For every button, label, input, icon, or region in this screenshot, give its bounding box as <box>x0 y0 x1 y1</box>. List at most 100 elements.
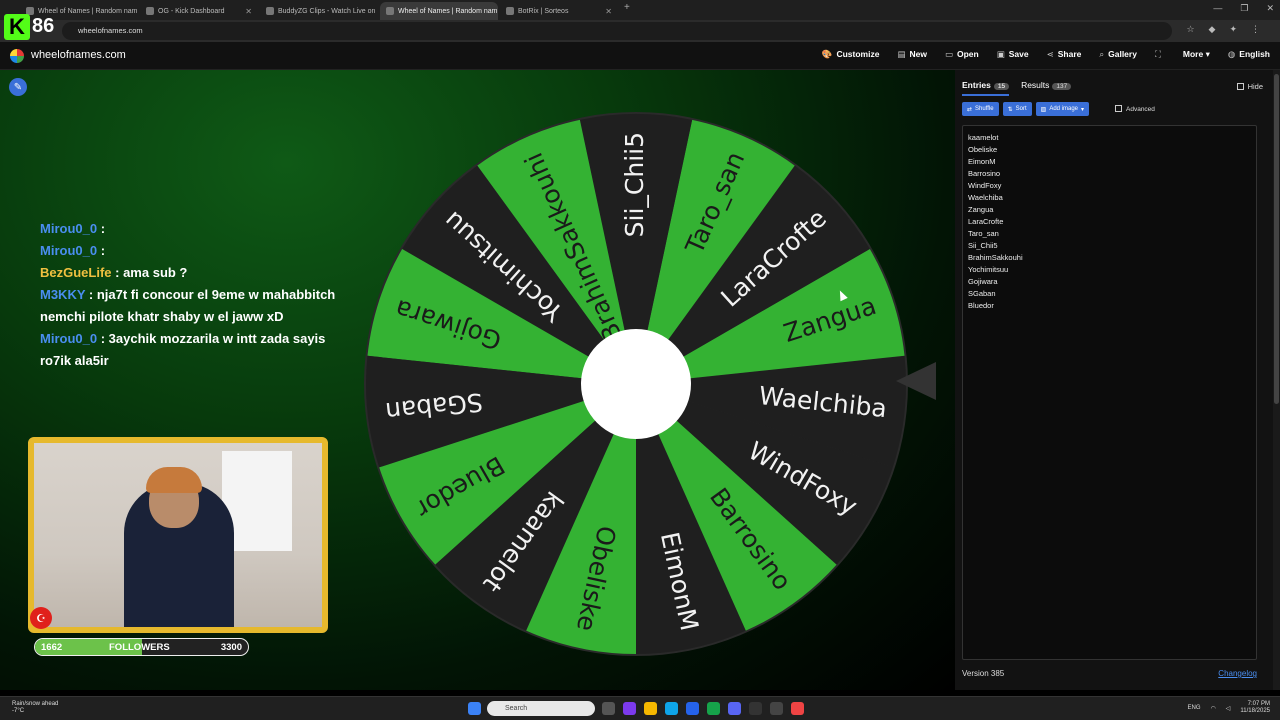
gallery-button[interactable]: ⌕ Gallery <box>1099 49 1137 60</box>
language-indicator[interactable]: ENG <box>1188 705 1201 711</box>
close-tab-icon[interactable]: ✕ <box>245 7 252 16</box>
file-explorer-icon[interactable] <box>644 702 657 715</box>
tab-entries[interactable]: Entries 15 <box>962 80 1010 96</box>
share-button[interactable]: ⋖ Share <box>1047 49 1082 60</box>
terminal-icon[interactable] <box>749 702 762 715</box>
entry-line: WindFoxy <box>968 181 1002 190</box>
scrollbar-thumb[interactable] <box>1274 74 1279 404</box>
url-field[interactable]: wheelofnames.com <box>62 22 1172 40</box>
app-icon[interactable] <box>623 702 636 715</box>
new-tab-button[interactable]: + <box>618 2 636 20</box>
more-button[interactable]: More ▾ <box>1183 49 1210 60</box>
search-icon: ⌕ <box>1099 49 1105 59</box>
discord-icon[interactable] <box>728 702 741 715</box>
site-logo-icon[interactable] <box>10 49 24 63</box>
brave-icon[interactable] <box>791 702 804 715</box>
chevron-down-icon: ▾ <box>1205 49 1210 59</box>
fullscreen-button[interactable]: ⛶ <box>1155 49 1165 60</box>
site-header: wheelofnames.com 🎨 Customize ▤ New ▭ Open ▣… <box>0 42 1280 70</box>
edit-pencil-icon[interactable]: ✎ <box>9 78 27 96</box>
extension-icon[interactable]: ◆ <box>1209 24 1216 35</box>
windows-start-icon[interactable] <box>468 702 481 715</box>
entry-line: kaamelot <box>968 133 999 142</box>
save-button[interactable]: ▣ Save <box>997 49 1029 60</box>
hide-checkbox[interactable]: Hide <box>1236 82 1263 91</box>
site-title[interactable]: wheelofnames.com <box>31 49 126 61</box>
chat-username: Mirou0_0 <box>40 331 98 346</box>
advanced-checkbox[interactable]: Advanced <box>1115 105 1155 113</box>
browser-tab[interactable]: OG - Kick Dashboard ✕ <box>140 2 258 20</box>
window-controls: — ❐ ✕ <box>1213 3 1274 14</box>
file-icon: ▤ <box>897 49 906 59</box>
minimize-icon[interactable]: — <box>1213 3 1222 14</box>
followers-goal-bar: 1662 FOLLOWERS 3300 <box>34 638 249 656</box>
bookmark-star-icon[interactable]: ☆ <box>1186 24 1194 35</box>
weather-text: Rain/snow ahead <box>12 701 59 707</box>
browser-tab[interactable]: BotRix | Sorteos ✕ <box>500 2 618 20</box>
site-menu: 🎨 Customize ▤ New ▭ Open ▣ Save ⋖ Share ⌕ Gall… <box>822 49 1270 60</box>
language-button[interactable]: ◍ English <box>1228 49 1270 60</box>
tunisia-flag-icon: ☪ <box>30 607 52 629</box>
globe-icon: ◍ <box>1227 49 1236 59</box>
clock-time: 7:07 PM <box>1247 701 1270 707</box>
weather-widget[interactable]: Rain/snow ahead -7°C <box>12 701 58 715</box>
puzzle-icon[interactable]: ✦ <box>1229 24 1237 35</box>
new-button[interactable]: ▤ New <box>897 49 927 60</box>
share-icon: ⋖ <box>1046 49 1054 59</box>
volume-icon[interactable]: ◁ <box>1226 705 1231 712</box>
entry-line: Yochimitsuu <box>968 265 1009 274</box>
tab-results[interactable]: Results 137 <box>1021 80 1072 96</box>
entry-line: LaraCrofte <box>968 217 1004 226</box>
webcam-overlay <box>28 437 328 633</box>
entry-line: SGaban <box>968 289 996 298</box>
edge-icon[interactable] <box>665 702 678 715</box>
store-icon[interactable] <box>686 702 699 715</box>
chat-message: Mirou0_0 : <box>40 218 340 240</box>
tab-list: Wheel of Names | Random nam✕ OG - Kick Da… <box>18 2 636 20</box>
entry-line: Bluedor <box>968 301 994 310</box>
customize-button[interactable]: 🎨 Customize <box>822 49 880 60</box>
name-wheel[interactable]: Waelchiba Zangua LaraCrofte Taro_san Sii_Chi… <box>360 108 912 660</box>
taskbar-search-input[interactable]: Search <box>487 701 595 716</box>
results-count-badge: 137 <box>1052 83 1072 90</box>
chat-overlay: Mirou0_0 : Mirou0_0 : BezGueLife : ama sub… <box>40 218 340 372</box>
clock-date: 11/18/2025 <box>1240 708 1270 714</box>
browser-tab[interactable]: Wheel of Names | Random nam✕ <box>380 2 498 20</box>
menu-icon[interactable]: ⋮ <box>1251 24 1260 35</box>
page-scrollbar[interactable] <box>1273 70 1280 690</box>
browser-tab[interactable]: BuddyZG Clips - Watch Live on✕ <box>260 2 378 20</box>
entry-line: Gojiwara <box>968 277 998 286</box>
sort-button[interactable]: ⇅ Sort <box>1002 102 1032 116</box>
changelog-link[interactable]: Changelog <box>1218 669 1257 678</box>
wifi-icon[interactable]: ◠ <box>1211 705 1216 712</box>
entry-line: EimonM <box>968 157 996 166</box>
image-icon: ▨ <box>1040 106 1047 113</box>
taskbar-pinned-apps <box>602 702 804 715</box>
wheel-svg[interactable]: WaelchibaZanguaLaraCrofteTaro_sanSii_Chi… <box>360 108 912 660</box>
task-view-icon[interactable] <box>602 702 615 715</box>
webcam-beanie <box>146 467 202 493</box>
open-button[interactable]: ▭ Open <box>945 49 979 60</box>
settings-icon[interactable] <box>770 702 783 715</box>
entries-textarea[interactable]: kaamelot Obeliske EimonM Barrosino WindFoxy W… <box>962 125 1257 660</box>
checkbox-icon <box>1236 83 1244 90</box>
wheel-segment-label: Sii_Chii5 <box>620 132 649 237</box>
folder-icon: ▭ <box>944 49 953 59</box>
tab-title: BuddyZG Clips - Watch Live on <box>278 7 376 15</box>
chat-text: : <box>100 243 106 258</box>
wheel-center-button[interactable] <box>581 329 691 439</box>
chat-text: : <box>100 221 106 236</box>
chat-message: M3KKY : nja7t fi concour el 9eme w mahab… <box>40 284 340 328</box>
clock[interactable]: 7:07 PM 11/18/2025 <box>1240 701 1270 715</box>
maximize-icon[interactable]: ❐ <box>1240 3 1248 14</box>
entry-line: Obeliske <box>968 145 998 154</box>
shuffle-button[interactable]: ⇄ Shuffle <box>962 102 999 116</box>
close-icon[interactable]: ✕ <box>1266 3 1274 14</box>
favicon-icon <box>146 7 154 15</box>
chat-message: Mirou0_0 : <box>40 240 340 262</box>
chat-message: Mirou0_0 : 3aychik mozzarila w intt zada… <box>40 328 340 372</box>
sort-icon: ⇅ <box>1007 106 1013 113</box>
close-tab-icon[interactable]: ✕ <box>605 7 612 16</box>
add-image-button[interactable]: ▨ Add image ▾ <box>1035 102 1090 116</box>
chrome-icon[interactable] <box>707 702 720 715</box>
